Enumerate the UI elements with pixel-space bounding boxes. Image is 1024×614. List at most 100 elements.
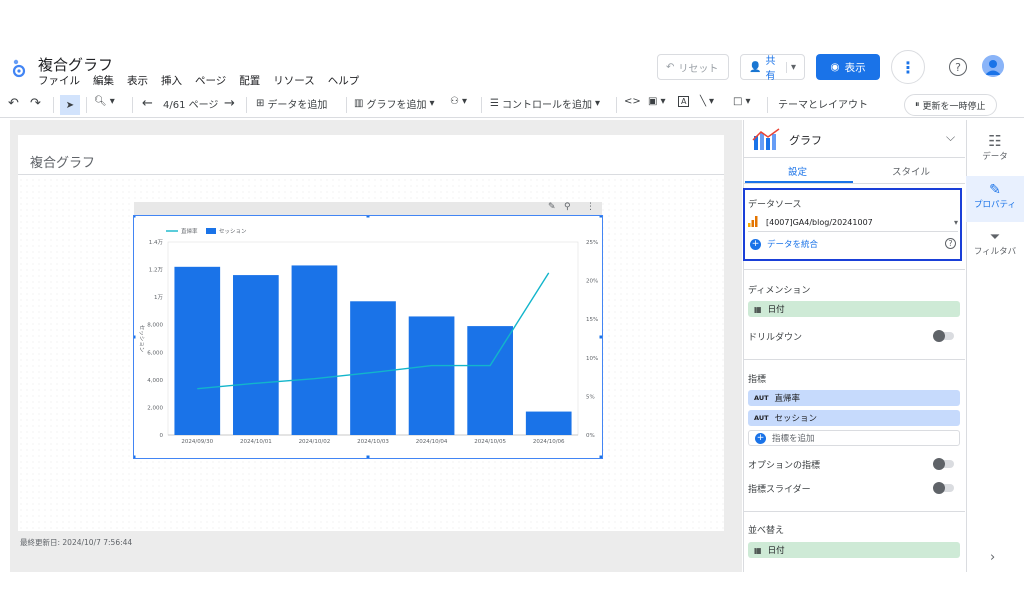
- menu-arrange[interactable]: 配置: [239, 73, 260, 88]
- menu-edit[interactable]: 編集: [93, 73, 114, 88]
- combo-chart-type-icon[interactable]: [752, 128, 782, 154]
- looker-studio-logo-icon[interactable]: [8, 57, 30, 79]
- text-box-icon[interactable]: A: [678, 96, 690, 107]
- drilldown-toggle[interactable]: [933, 330, 954, 342]
- left-tick-label: 0: [160, 433, 164, 439]
- datasource-name: [4007]GA4/blog/20241007: [766, 218, 873, 227]
- add-control-button[interactable]: ☰ コントロールを追加 ▾: [490, 96, 600, 111]
- tab-style[interactable]: スタイル: [892, 164, 930, 178]
- resize-handle: [599, 214, 603, 218]
- filter-icon: ⏷: [989, 230, 1001, 245]
- control-icon: ☰: [490, 98, 499, 109]
- prev-page-icon[interactable]: ←: [142, 96, 153, 111]
- next-page-icon[interactable]: →: [224, 96, 235, 111]
- dimension-label: ディメンション: [748, 286, 811, 296]
- add-chart-icon: ▥: [354, 98, 364, 109]
- metric-slider-toggle[interactable]: [933, 482, 954, 494]
- sort-chip[interactable]: ▦ 日付: [748, 542, 960, 558]
- legend-label: 直帰率: [181, 227, 198, 235]
- share-button[interactable]: 👤 共有 ▾: [740, 54, 805, 82]
- add-metric-button[interactable]: + 指標を追加: [748, 430, 960, 446]
- chart-more-icon[interactable]: ⋮: [586, 202, 595, 212]
- resize-handle: [132, 214, 136, 218]
- share-label: 共有: [765, 56, 776, 82]
- undo-reset-icon: ↶: [666, 61, 675, 73]
- shape-icon[interactable]: □ ▾: [733, 96, 750, 107]
- line-icon[interactable]: ╲ ▾: [700, 96, 714, 107]
- dimension-chip[interactable]: ▦ 日付: [748, 301, 960, 317]
- rail-data-label: データ: [982, 152, 1008, 162]
- x-tick-label: 2024/10/06: [533, 439, 565, 445]
- rail-properties-label: プロパティ: [974, 200, 1016, 210]
- x-tick-label: 2024/09/30: [181, 439, 213, 445]
- menu-bar: ファイル 編集 表示 挿入 ページ 配置 リソース ヘルプ: [38, 73, 372, 88]
- rail-properties-tab[interactable]: ✎ プロパティ: [966, 176, 1024, 222]
- add-data-button[interactable]: ⊞ データを追加: [256, 96, 327, 111]
- embed-code-icon[interactable]: <>: [624, 96, 641, 107]
- share-dropdown-icon[interactable]: ▾: [785, 61, 796, 73]
- resize-handle: [599, 335, 603, 339]
- reset-label: リセット: [678, 63, 719, 75]
- undo-icon[interactable]: ↶: [8, 96, 19, 111]
- dimension-name: 日付: [767, 305, 785, 315]
- metric-name: 直帰率: [774, 394, 801, 404]
- tab-settings[interactable]: 設定: [788, 164, 807, 178]
- menu-insert[interactable]: 挿入: [161, 73, 182, 88]
- menu-resource[interactable]: リソース: [273, 73, 314, 88]
- image-icon[interactable]: ▣ ▾: [648, 96, 665, 107]
- bar-sessions: [408, 316, 455, 435]
- x-tick-label: 2024/10/02: [299, 439, 331, 445]
- add-data-label: データを追加: [267, 100, 328, 111]
- rail-filter-label: フィルタバ: [973, 247, 1017, 257]
- left-tick-label: 4,000: [147, 378, 163, 384]
- metric-chip-sessions[interactable]: AUT セッション: [748, 410, 960, 426]
- add-component-icon[interactable]: ⚇ ▾: [450, 96, 467, 107]
- metric-chip-bounce-rate[interactable]: AUT 直帰率: [748, 390, 960, 406]
- edit-pencil-icon[interactable]: ✎: [548, 202, 556, 212]
- menu-help[interactable]: ヘルプ: [328, 73, 360, 88]
- page-title-bar: [18, 135, 724, 175]
- resize-handle: [132, 335, 136, 339]
- add-chart-button[interactable]: ▥ グラフを追加 ▾: [354, 96, 434, 111]
- bar-sessions: [350, 301, 396, 435]
- resize-handle: [599, 455, 603, 459]
- report-title[interactable]: 複合グラフ: [38, 54, 113, 75]
- eye-icon: ◉: [830, 61, 840, 73]
- menu-page[interactable]: ページ: [195, 73, 226, 88]
- theme-layout-button[interactable]: テーマとレイアウト: [778, 96, 868, 111]
- cursor-interaction-icon[interactable]: ⚲: [564, 202, 571, 212]
- pause-update-button[interactable]: ⏸ 更新を一時停止: [904, 94, 997, 116]
- bar-sessions: [233, 275, 279, 435]
- redo-icon[interactable]: ↷: [30, 96, 41, 111]
- more-options-icon[interactable]: ⋮: [891, 50, 925, 84]
- sort-field-name: 日付: [767, 546, 785, 556]
- avatar[interactable]: [982, 55, 1004, 77]
- menu-view[interactable]: 表示: [127, 73, 148, 88]
- help-circle-icon[interactable]: ?: [945, 238, 956, 249]
- right-tick-label: 20%: [586, 279, 598, 285]
- add-circle-icon: +: [755, 432, 766, 444]
- rail-filter-tab[interactable]: ⏷ フィルタバ: [966, 230, 1024, 257]
- view-button[interactable]: ◉ 表示: [816, 54, 880, 80]
- reset-button[interactable]: ↶ リセット: [657, 54, 729, 80]
- blend-data-button[interactable]: + データを統合: [750, 238, 818, 250]
- optional-metrics-toggle[interactable]: [933, 458, 954, 470]
- select-cursor-icon[interactable]: ➤: [60, 95, 80, 115]
- page-title[interactable]: 複合グラフ: [30, 152, 95, 171]
- help-icon[interactable]: ?: [949, 58, 967, 76]
- bar-sessions: [467, 326, 513, 435]
- datasource-dropdown-icon: ▾: [953, 218, 958, 227]
- combo-chart[interactable]: 0 2,000 4,000 6,000 8,000 1万 1.2万 1.4万 0% 5% 10% 15…: [132, 214, 603, 459]
- datasource-label: データソース: [748, 200, 802, 210]
- left-tick-label: 1.4万: [149, 239, 164, 246]
- right-tick-label: 0%: [586, 433, 595, 439]
- resize-handle: [366, 455, 370, 459]
- datasource-select[interactable]: [4007]GA4/blog/20241007 ▾: [748, 214, 958, 232]
- zoom-icon[interactable]: 🔍︎ ▾: [94, 96, 115, 107]
- left-tick-label: 6,000: [147, 350, 163, 356]
- collapse-chevron-icon[interactable]: ⌵: [946, 130, 955, 145]
- expand-chevron-icon[interactable]: ›: [990, 550, 995, 565]
- bar-sessions: [291, 265, 338, 435]
- menu-file[interactable]: ファイル: [38, 73, 80, 88]
- rail-data-tab[interactable]: ☷ データ: [966, 132, 1024, 162]
